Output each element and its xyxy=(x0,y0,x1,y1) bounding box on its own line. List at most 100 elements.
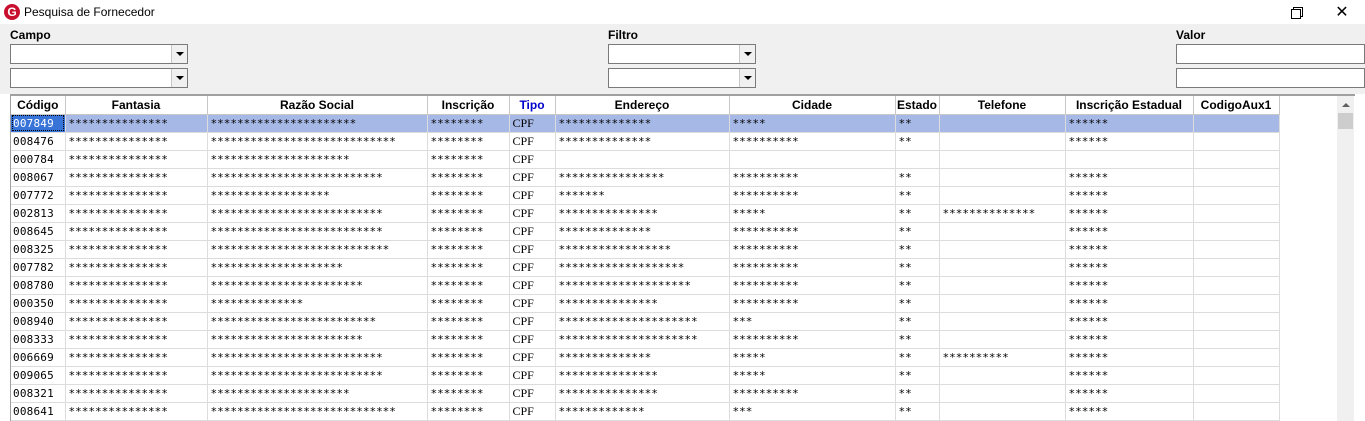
cell-tipo[interactable]: CPF xyxy=(509,402,556,421)
cell-telefone[interactable] xyxy=(939,258,1066,277)
cell-inscricao[interactable]: ******** xyxy=(427,348,510,367)
cell-inscricao[interactable]: ******** xyxy=(427,384,510,403)
cell-inscricao[interactable]: ******** xyxy=(427,222,510,241)
cell-estado[interactable]: ** xyxy=(895,240,940,259)
cell-telefone[interactable] xyxy=(939,222,1066,241)
cell-codigo[interactable]: 008333 xyxy=(11,330,66,349)
cell-estado[interactable]: ** xyxy=(895,132,940,151)
column-header-endereco[interactable]: Endereço xyxy=(555,96,730,115)
cell-inscricao[interactable]: ******** xyxy=(427,168,510,187)
table-row[interactable]: 008476 *************** *******************… xyxy=(11,132,1280,151)
cell-inscricao[interactable]: ******** xyxy=(427,402,510,421)
cell-inscricao[interactable]: ******** xyxy=(427,330,510,349)
cell-inscricao-estadual[interactable]: ****** xyxy=(1065,240,1194,259)
cell-codigo-aux1[interactable] xyxy=(1193,384,1280,403)
cell-fantasia[interactable]: *************** xyxy=(65,132,208,151)
cell-cidade[interactable]: ********** xyxy=(729,168,896,187)
cell-tipo[interactable]: CPF xyxy=(509,330,556,349)
filtro-select-1[interactable] xyxy=(608,44,756,64)
cell-telefone[interactable] xyxy=(939,402,1066,421)
cell-codigo-aux1[interactable] xyxy=(1193,150,1280,169)
cell-cidade[interactable]: ********** xyxy=(729,330,896,349)
cell-estado[interactable]: ** xyxy=(895,402,940,421)
cell-razao-social[interactable]: ********************* xyxy=(207,150,428,169)
cell-fantasia[interactable]: *************** xyxy=(65,114,208,133)
cell-codigo[interactable]: 008321 xyxy=(11,384,66,403)
cell-estado[interactable]: ** xyxy=(895,312,940,331)
cell-endereco[interactable]: ******************** xyxy=(555,276,730,295)
cell-inscricao-estadual[interactable]: ****** xyxy=(1065,366,1194,385)
cell-razao-social[interactable]: **************************** xyxy=(207,402,428,421)
cell-endereco[interactable]: ************** xyxy=(555,132,730,151)
cell-razao-social[interactable]: **************************** xyxy=(207,132,428,151)
cell-codigo[interactable]: 000784 xyxy=(11,150,66,169)
cell-estado[interactable]: ** xyxy=(895,348,940,367)
cell-inscricao-estadual[interactable]: ****** xyxy=(1065,168,1194,187)
cell-tipo[interactable]: CPF xyxy=(509,150,556,169)
cell-telefone[interactable]: ********** xyxy=(939,348,1066,367)
cell-telefone[interactable] xyxy=(939,276,1066,295)
cell-tipo[interactable]: CPF xyxy=(509,366,556,385)
filtro-select-2[interactable] xyxy=(608,68,756,88)
cell-endereco[interactable]: ************** xyxy=(555,114,730,133)
cell-codigo-aux1[interactable] xyxy=(1193,240,1280,259)
cell-fantasia[interactable]: *************** xyxy=(65,204,208,223)
cell-telefone[interactable] xyxy=(939,150,1066,169)
cell-estado[interactable]: ** xyxy=(895,186,940,205)
cell-fantasia[interactable]: *************** xyxy=(65,276,208,295)
cell-inscricao-estadual[interactable] xyxy=(1065,150,1194,169)
cell-endereco[interactable]: *************** xyxy=(555,384,730,403)
table-row[interactable]: 008645 *************** *******************… xyxy=(11,222,1280,241)
cell-telefone[interactable] xyxy=(939,240,1066,259)
cell-estado[interactable]: ** xyxy=(895,294,940,313)
cell-telefone[interactable] xyxy=(939,132,1066,151)
cell-codigo-aux1[interactable] xyxy=(1193,312,1280,331)
cell-telefone[interactable] xyxy=(939,168,1066,187)
cell-inscricao-estadual[interactable]: ****** xyxy=(1065,204,1194,223)
cell-codigo-aux1[interactable] xyxy=(1193,114,1280,133)
cell-codigo[interactable]: 007782 xyxy=(11,258,66,277)
cell-inscricao-estadual[interactable]: ****** xyxy=(1065,330,1194,349)
column-header-inscricao[interactable]: Inscrição xyxy=(427,96,510,115)
cell-fantasia[interactable]: *************** xyxy=(65,366,208,385)
cell-telefone[interactable] xyxy=(939,330,1066,349)
cell-cidade[interactable]: ********** xyxy=(729,258,896,277)
chevron-down-icon[interactable] xyxy=(739,69,755,87)
cell-tipo[interactable]: CPF xyxy=(509,186,556,205)
cell-endereco[interactable]: *************** xyxy=(555,366,730,385)
cell-codigo-aux1[interactable] xyxy=(1193,204,1280,223)
table-row[interactable]: 007772 *************** ****************** *… xyxy=(11,186,1280,205)
cell-fantasia[interactable]: *************** xyxy=(65,402,208,421)
cell-codigo[interactable]: 007849 xyxy=(11,114,66,133)
column-header-estado[interactable]: Estado xyxy=(895,96,940,115)
cell-endereco[interactable]: ******************* xyxy=(555,258,730,277)
cell-cidade[interactable]: ********** xyxy=(729,294,896,313)
close-button[interactable]: ✕ xyxy=(1319,0,1365,24)
cell-cidade[interactable]: ***** xyxy=(729,114,896,133)
cell-inscricao-estadual[interactable]: ****** xyxy=(1065,258,1194,277)
cell-fantasia[interactable]: *************** xyxy=(65,294,208,313)
cell-inscricao[interactable]: ******** xyxy=(427,186,510,205)
table-row[interactable]: 009065 *************** *******************… xyxy=(11,366,1280,385)
cell-razao-social[interactable]: ******************** xyxy=(207,258,428,277)
cell-codigo-aux1[interactable] xyxy=(1193,168,1280,187)
column-header-telefone[interactable]: Telefone xyxy=(939,96,1066,115)
table-row[interactable]: 000784 *************** *******************… xyxy=(11,150,1280,169)
cell-cidade[interactable]: ********** xyxy=(729,276,896,295)
cell-endereco[interactable]: *************** xyxy=(555,204,730,223)
cell-codigo-aux1[interactable] xyxy=(1193,258,1280,277)
cell-estado[interactable]: ** xyxy=(895,204,940,223)
cell-endereco[interactable]: ******* xyxy=(555,186,730,205)
cell-tipo[interactable]: CPF xyxy=(509,204,556,223)
cell-tipo[interactable]: CPF xyxy=(509,294,556,313)
cell-tipo[interactable]: CPF xyxy=(509,276,556,295)
cell-cidade[interactable]: ***** xyxy=(729,348,896,367)
cell-cidade[interactable]: ********** xyxy=(729,222,896,241)
cell-inscricao[interactable]: ******** xyxy=(427,132,510,151)
cell-razao-social[interactable]: ************************** xyxy=(207,222,428,241)
cell-cidade[interactable]: *** xyxy=(729,312,896,331)
table-row[interactable]: 008940 *************** *******************… xyxy=(11,312,1280,331)
cell-codigo[interactable]: 000350 xyxy=(11,294,66,313)
cell-estado[interactable]: ** xyxy=(895,330,940,349)
chevron-down-icon[interactable] xyxy=(171,69,187,87)
